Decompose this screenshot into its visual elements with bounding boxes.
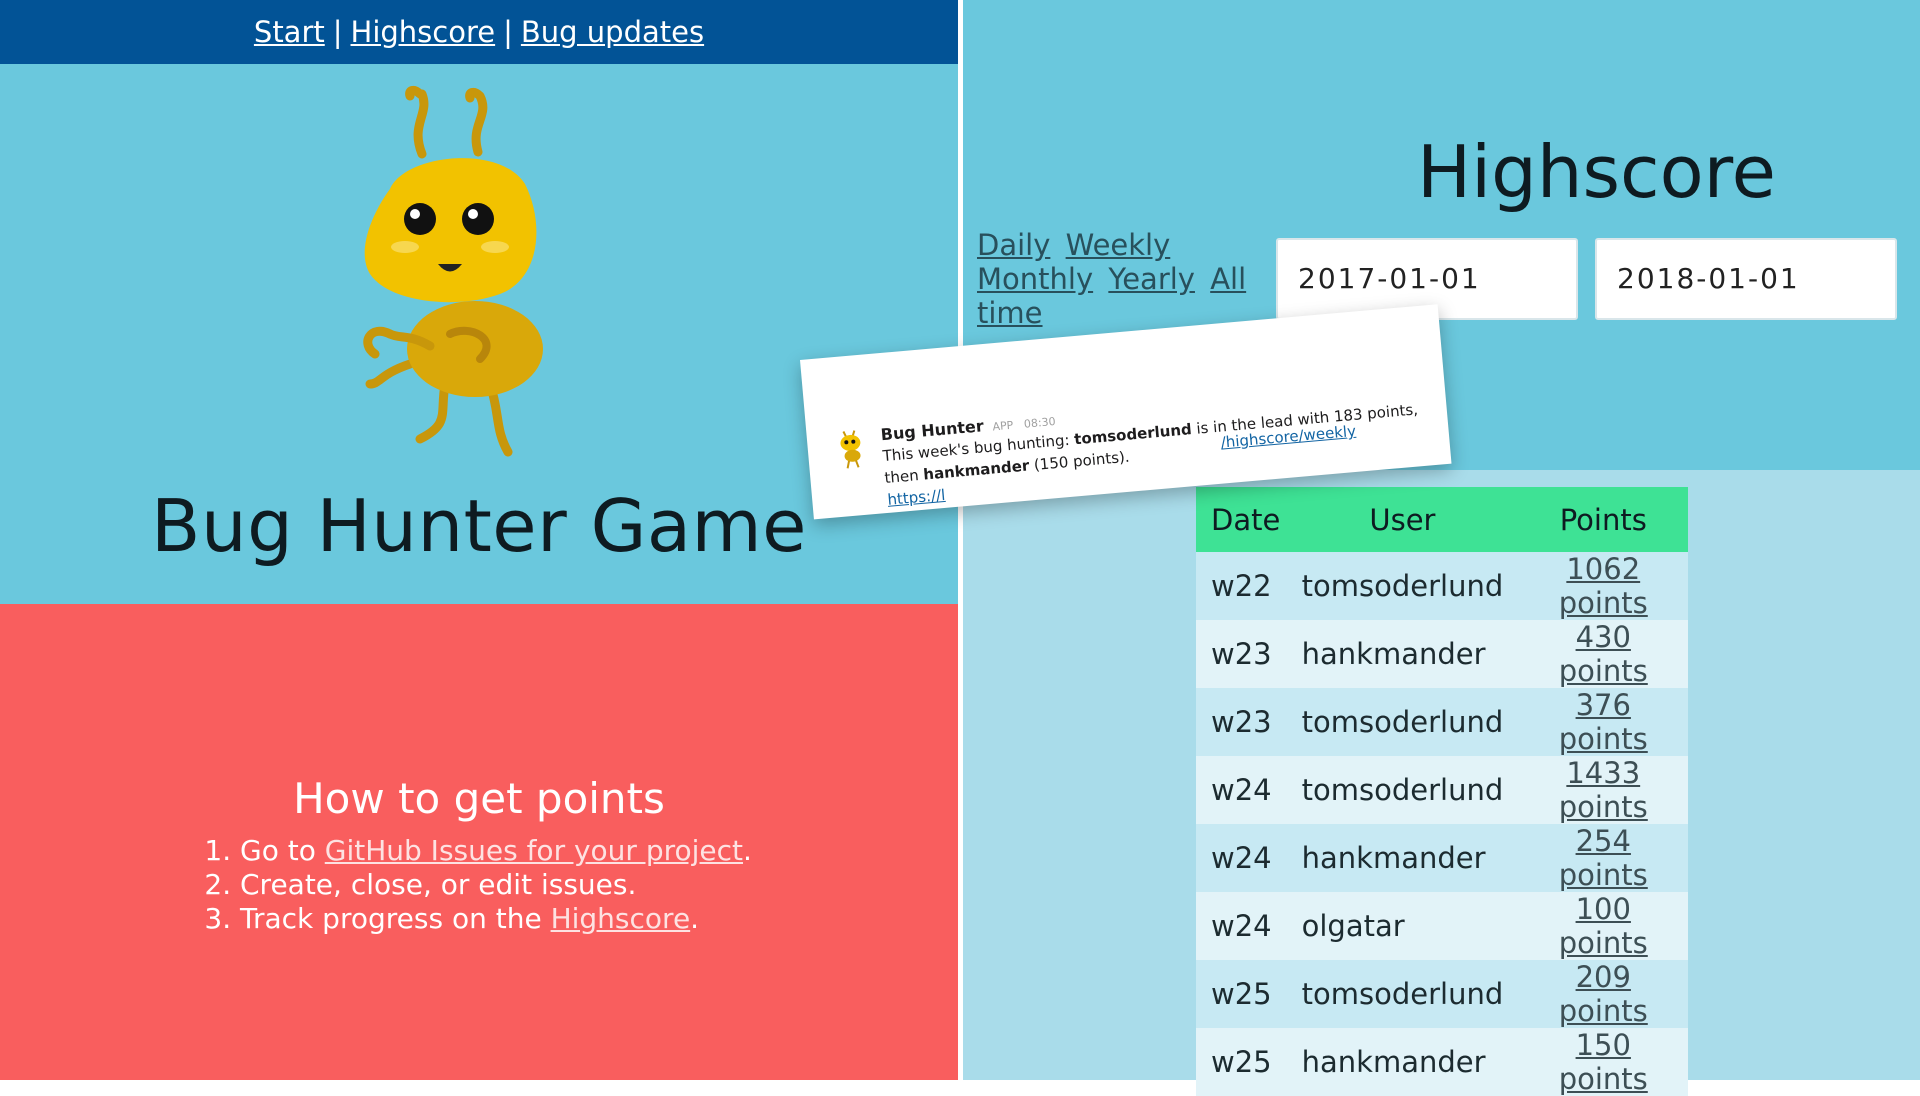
table-row: w24 hankmander 254 points (1196, 824, 1689, 892)
slack-text: (150 points). (1028, 447, 1131, 475)
period-daily-link[interactable]: Daily (977, 228, 1050, 262)
row-date: w23 (1196, 620, 1287, 688)
table-row: w23 tomsoderlund 376 points (1196, 688, 1689, 756)
row-user: tomsoderlund (1286, 960, 1519, 1028)
date-to-field[interactable]: 2018-01-01 (1595, 238, 1897, 320)
start-page: Start | Highscore | Bug updates Bug Hunt… (0, 0, 958, 1080)
row-points-cell: 209 points (1518, 960, 1689, 1028)
row-date: w24 (1196, 756, 1287, 824)
row-user: hankmander (1286, 620, 1519, 688)
highscore-page: Highscore Daily Weekly Monthly Yearly Al… (963, 0, 1920, 1096)
slack-leader-name: tomsoderlund (1073, 420, 1193, 449)
step-item: Go to GitHub Issues for your project. (240, 834, 752, 868)
ant-mascot-icon (363, 85, 543, 457)
how-to-heading: How to get points (293, 774, 665, 823)
nav-highscore-link[interactable]: Highscore (351, 15, 496, 49)
row-points-cell: 376 points (1518, 688, 1689, 756)
highscore-table: Date User Points w22 tomsoderlund 1062 p… (1196, 487, 1689, 1096)
row-points-cell: 430 points (1518, 620, 1689, 688)
table-row: w25 tomsoderlund 209 points (1196, 960, 1689, 1028)
step-text: Track progress on the (240, 902, 551, 935)
table-row: w23 hankmander 430 points (1196, 620, 1689, 688)
row-user: hankmander (1286, 824, 1519, 892)
period-filter: Daily Weekly Monthly Yearly All time (977, 228, 1267, 330)
step-text: . (743, 834, 752, 867)
row-date: w24 (1196, 892, 1287, 960)
period-weekly-link[interactable]: Weekly (1066, 228, 1171, 262)
row-points-link[interactable]: 254 points (1559, 824, 1648, 892)
github-issues-link[interactable]: GitHub Issues for your project (325, 834, 743, 867)
table-row: w25 hankmander 150 points (1196, 1028, 1689, 1096)
nav-separator: | (332, 15, 343, 49)
row-points-cell: 254 points (1518, 824, 1689, 892)
row-date: w25 (1196, 960, 1287, 1028)
step-text: Create, close, or edit issues. (240, 868, 637, 901)
row-date: w22 (1196, 552, 1287, 620)
row-points-cell: 150 points (1518, 1028, 1689, 1096)
highscore-title: Highscore (1417, 130, 1776, 214)
nav-start-link[interactable]: Start (254, 15, 325, 49)
nav-separator: | (503, 15, 513, 49)
table-row: w24 tomsoderlund 1433 points (1196, 756, 1689, 824)
column-header-user: User (1286, 487, 1519, 552)
slack-app-badge: APP (991, 418, 1014, 434)
row-user: hankmander (1286, 1028, 1519, 1096)
row-date: w25 (1196, 1028, 1287, 1096)
highscore-link[interactable]: Highscore (551, 902, 691, 935)
how-to-steps: Go to GitHub Issues for your project. Cr… (207, 834, 752, 936)
step-item: Track progress on the Highscore. (240, 902, 752, 936)
row-user: tomsoderlund (1286, 552, 1519, 620)
nav-bug-updates-link[interactable]: Bug updates (521, 15, 704, 49)
step-item: Create, close, or edit issues. (240, 868, 752, 902)
row-points-cell: 1062 points (1518, 552, 1689, 620)
period-monthly-link[interactable]: Monthly (977, 262, 1093, 296)
row-points-link[interactable]: 1433 points (1559, 756, 1648, 824)
row-points-link[interactable]: 1062 points (1559, 552, 1648, 620)
slack-link-start[interactable]: https://l (887, 486, 946, 509)
column-header-date: Date (1196, 487, 1287, 552)
row-points-link[interactable]: 150 points (1559, 1028, 1648, 1096)
row-points-link[interactable]: 430 points (1559, 620, 1648, 688)
row-user: tomsoderlund (1286, 688, 1519, 756)
table-row: w22 tomsoderlund 1062 points (1196, 552, 1689, 620)
row-points-link[interactable]: 376 points (1559, 688, 1648, 756)
hero-section: Bug Hunter Game (0, 64, 958, 604)
row-points-cell: 1433 points (1518, 756, 1689, 824)
row-points-link[interactable]: 100 points (1559, 892, 1648, 960)
top-nav: Start | Highscore | Bug updates (0, 0, 958, 64)
row-user: olgatar (1286, 892, 1519, 960)
step-text: Go to (240, 834, 325, 867)
table-header-row: Date User Points (1196, 487, 1689, 552)
step-text: . (690, 902, 700, 935)
column-header-points: Points (1518, 487, 1689, 552)
row-date: w23 (1196, 688, 1287, 756)
period-yearly-link[interactable]: Yearly (1108, 262, 1195, 296)
bug-hunter-avatar-icon (840, 430, 861, 469)
slack-timestamp: 08:30 (1023, 414, 1057, 431)
row-points-cell: 100 points (1518, 892, 1689, 960)
row-user: tomsoderlund (1286, 756, 1519, 824)
table-row: w24 olgatar 100 points (1196, 892, 1689, 960)
slack-second-name: hankmander (922, 456, 1030, 484)
row-date: w24 (1196, 824, 1287, 892)
row-points-link[interactable]: 209 points (1559, 960, 1648, 1028)
how-to-section: How to get points Go to GitHub Issues fo… (0, 604, 958, 1080)
